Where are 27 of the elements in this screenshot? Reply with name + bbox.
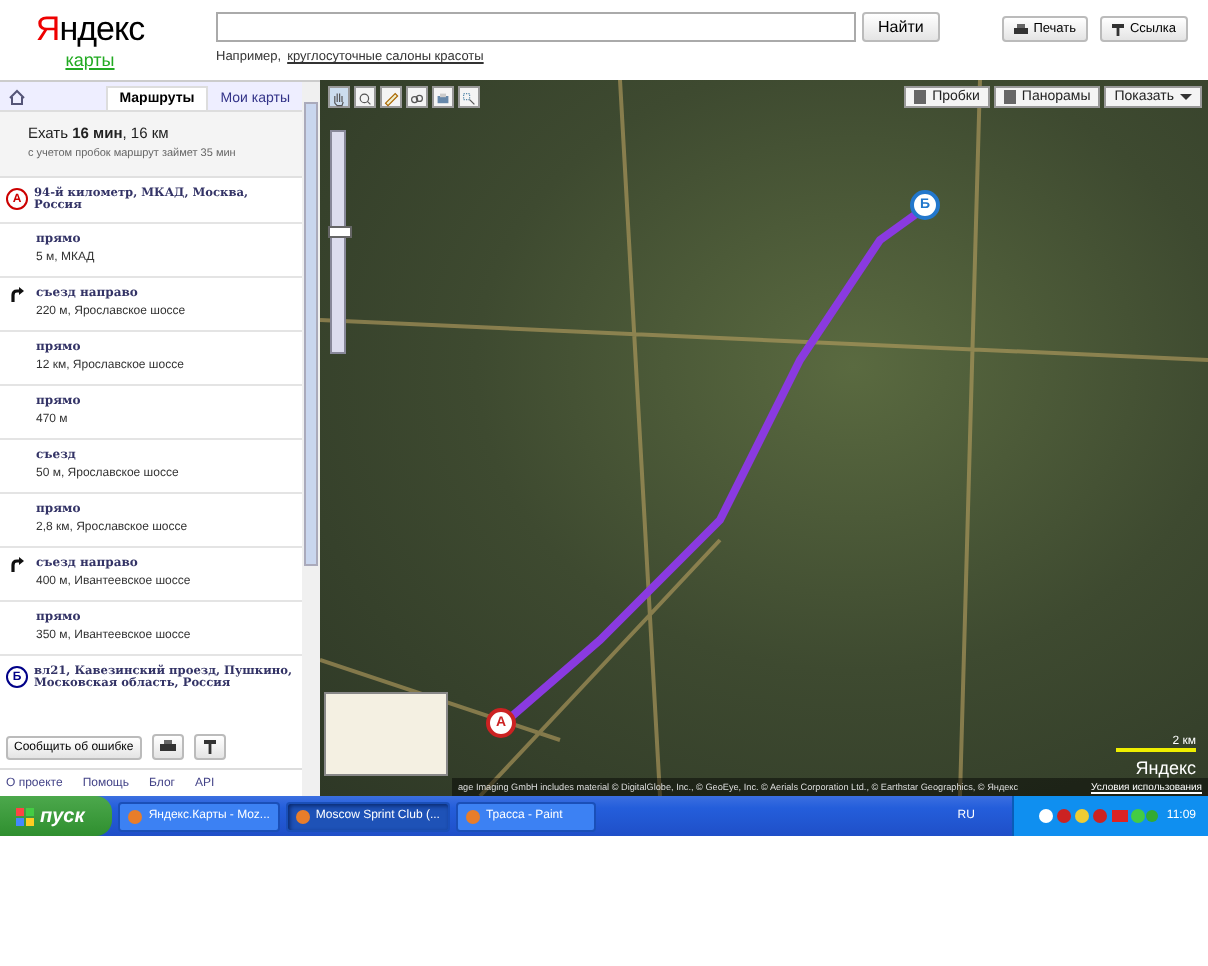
link-tool-icon[interactable] [406, 86, 428, 108]
caret-icon [1180, 90, 1192, 104]
app-icon [128, 809, 143, 823]
app-icon [465, 809, 480, 823]
map-brand: Яндекс [1135, 758, 1196, 778]
hand-tool-icon[interactable] [328, 86, 350, 108]
home-icon[interactable] [8, 87, 26, 105]
zoom-tool-icon[interactable] [354, 86, 376, 108]
logo[interactable]: Яндекс [35, 12, 145, 48]
turn-right-icon [10, 556, 24, 572]
start-button[interactable]: пуск [0, 796, 113, 836]
ruler-tool-icon[interactable] [380, 86, 402, 108]
select-tool-icon[interactable] [458, 86, 480, 108]
tray-icons[interactable] [1038, 808, 1159, 824]
scale-bar [1116, 748, 1196, 752]
app-icon [295, 809, 310, 823]
zoom-slider[interactable] [330, 130, 346, 354]
scrollbar[interactable] [302, 82, 320, 796]
overview-map[interactable] [324, 692, 448, 776]
turn-right-icon [10, 286, 24, 302]
search-field[interactable] [216, 12, 856, 42]
print-icon[interactable] [151, 734, 184, 760]
printer-icon [1013, 23, 1028, 35]
windows-logo [16, 807, 34, 825]
zoom-handle[interactable] [328, 225, 352, 238]
search-button[interactable]: Найти [862, 12, 940, 42]
print-tool-icon[interactable] [432, 86, 454, 108]
